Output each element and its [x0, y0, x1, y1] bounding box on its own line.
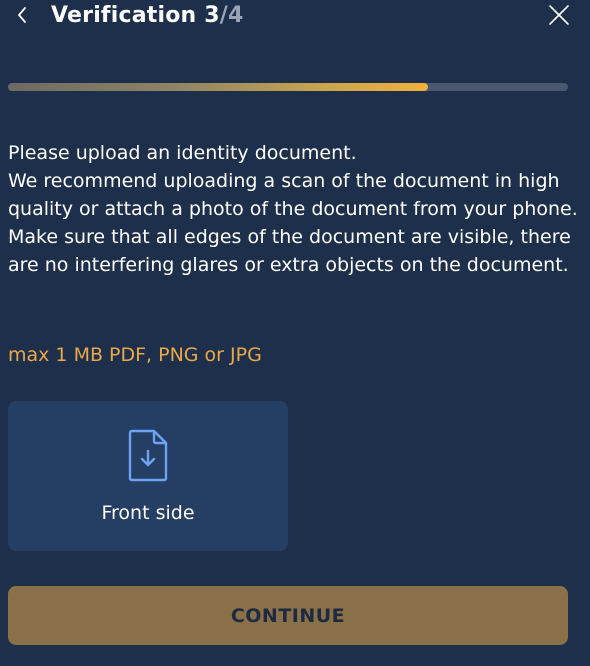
progress-bar [8, 83, 568, 91]
header: Verification 3/4 [0, 0, 590, 34]
upload-label: Front side [101, 502, 195, 524]
instructions-text: Please upload an identity document. We r… [8, 139, 582, 279]
instruction-line-1: Please upload an identity document. [8, 142, 357, 164]
close-button[interactable] [546, 2, 572, 28]
file-requirements-hint: max 1 MB PDF, PNG or JPG [8, 344, 262, 366]
progress-fill [8, 83, 428, 91]
page-title: Verification 3/4 [51, 0, 244, 32]
upload-front-side-card[interactable]: Front side [8, 401, 288, 551]
back-button[interactable] [10, 2, 34, 28]
chevron-left-icon [18, 7, 26, 23]
verification-screen: Verification 3/4 Please upload an identi… [0, 0, 590, 666]
continue-button[interactable]: CONTINUE [8, 586, 568, 645]
step-current: 3 [204, 3, 220, 28]
close-icon [549, 5, 569, 25]
step-total: 4 [228, 3, 244, 28]
instruction-line-3: Make sure that all edges of the document… [8, 226, 571, 276]
instruction-line-2: We recommend uploading a scan of the doc… [8, 170, 578, 220]
file-download-icon [128, 429, 168, 482]
step-separator: / [219, 3, 228, 28]
page-title-text: Verification [51, 3, 205, 28]
